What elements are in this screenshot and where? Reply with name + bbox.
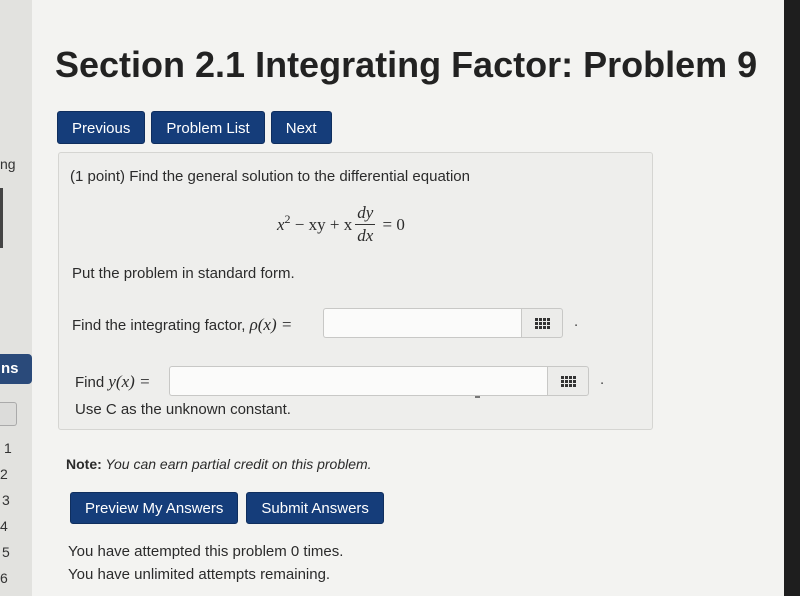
matrix-grid-icon [560, 375, 576, 387]
sidebar-problem-number[interactable]: 5 [2, 544, 10, 560]
sidebar-button[interactable]: ns [0, 354, 32, 384]
matrix-button[interactable] [521, 308, 563, 338]
screen-bezel [784, 0, 800, 596]
period-mark: . [600, 371, 605, 388]
page-title: Section 2.1 Integrating Factor: Problem … [55, 44, 758, 85]
problem-list-button[interactable]: Problem List [151, 111, 265, 144]
problem-intro: (1 point) Find the general solution to t… [70, 168, 470, 185]
sidebar-partial-text: ng [0, 156, 16, 172]
differential-equation: x2 − xy + x dy dx = 0 [277, 203, 405, 246]
solution-text: Find [75, 374, 105, 391]
period-mark: . [574, 313, 579, 330]
preview-answers-button[interactable]: Preview My Answers [70, 492, 239, 524]
standard-form-instruction: Put the problem in standard form. [72, 265, 295, 282]
solution-group [169, 366, 589, 396]
eq-numerator: dy [355, 203, 376, 225]
sidebar-problem-number[interactable]: 3 [2, 492, 10, 508]
constant-note: Use C as the unknown constant. [75, 401, 291, 418]
y-expression: y(x) = [108, 372, 151, 391]
note-label: Note: [66, 456, 102, 472]
submit-answers-button[interactable]: Submit Answers [246, 492, 384, 524]
problem-navigation: Previous Problem List Next [57, 111, 332, 144]
eq-middle: − xy + x [290, 214, 353, 234]
eq-denominator: dx [357, 226, 374, 245]
eq-x: x [277, 214, 285, 234]
sidebar-problem-number[interactable]: 6 [0, 570, 8, 586]
solution-label: Find y(x) = [75, 372, 151, 392]
integrating-factor-group [323, 308, 563, 338]
sidebar-problem-number[interactable]: 2 [0, 466, 8, 482]
attempts-status: You have attempted this problem 0 times. [68, 543, 344, 560]
rho-expression: ρ(x) = [249, 315, 293, 334]
matrix-button[interactable] [547, 366, 589, 396]
integrating-factor-input[interactable] [323, 308, 521, 338]
eq-fraction: dy dx [355, 203, 376, 246]
sidebar-divider [0, 188, 3, 248]
integrating-factor-label: Find the integrating factor, ρ(x) = [72, 315, 292, 335]
integrating-factor-text: Find the integrating factor, [72, 317, 246, 334]
left-sidebar: ng ns 1 2 3 4 5 6 [0, 0, 32, 596]
sidebar-problem-number[interactable]: 1 [4, 440, 12, 456]
note-text: You can earn partial credit on this prob… [101, 456, 372, 472]
next-button[interactable]: Next [270, 111, 332, 144]
submit-actions: Preview My Answers Submit Answers [70, 492, 384, 524]
matrix-grid-icon [534, 317, 550, 329]
previous-button[interactable]: Previous [57, 111, 146, 144]
stray-mark [475, 396, 480, 398]
eq-equals: = 0 [378, 214, 405, 234]
sidebar-problem-number[interactable]: 4 [0, 518, 8, 534]
sidebar-box[interactable] [0, 402, 17, 426]
problem-box: (1 point) Find the general solution to t… [58, 152, 653, 430]
solution-input[interactable] [169, 366, 547, 396]
remaining-status: You have unlimited attempts remaining. [68, 566, 331, 583]
partial-credit-note: Note: You can earn partial credit on thi… [66, 456, 372, 472]
